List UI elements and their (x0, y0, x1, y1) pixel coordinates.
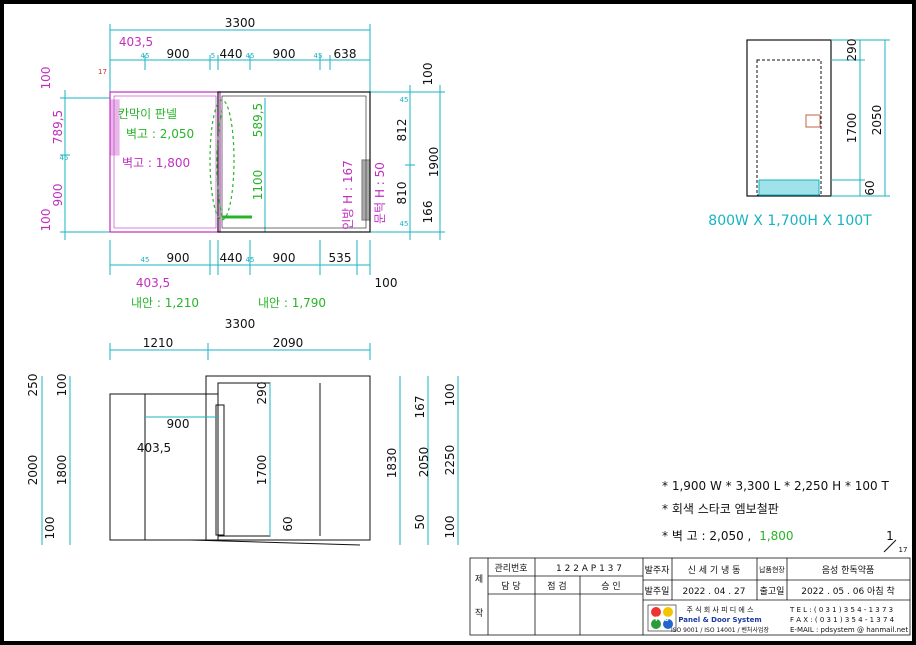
plan-bottom-seg-1: 900 (167, 251, 190, 265)
tb-fax: F A X : ( 0 3 1 ) 3 5 4 - 1 3 7 4 (790, 616, 895, 624)
elev-door-dim-3: 60 (281, 516, 295, 531)
plan-left-small: 45 (60, 154, 69, 162)
plan-left-dim-2: 789,5 (51, 110, 65, 144)
plan-left-dim-1: 100 (39, 67, 53, 90)
elev-top-total: 3300 (225, 317, 256, 331)
tb-orderer-label: 발주자 (645, 565, 671, 576)
spec-line-2: * 회색 스타코 엠보철판 (662, 502, 779, 516)
plan-right-dim-2: 812 (395, 119, 409, 142)
page-number: 1 (886, 529, 894, 543)
corner-number: 17 (98, 68, 107, 76)
spec-line-3-highlight: 1,800 (759, 529, 793, 543)
logo-text: PDS (655, 616, 669, 623)
tb-orderer: 신 세 기 냉 동 (688, 565, 741, 576)
plan-right-dim-1: 100 (421, 63, 435, 86)
spec-line-1: * 1,900 W * 3,300 L * 2,250 H * 100 T (662, 479, 889, 493)
elev-inner-offset: 403,5 (137, 441, 171, 455)
door-dim-1: 290 (845, 39, 859, 62)
door-caption: 800W X 1,700H X 100T (708, 213, 872, 229)
interior-a: 내안 : 1,210 (131, 296, 199, 310)
wall-height-b: 벽고 : 1,800 (122, 156, 190, 170)
page-total: 17 (899, 546, 908, 554)
spec-line-3: * 벽 고 : 2,050 , 1,800 (662, 529, 794, 543)
elev-left-outer-2: 2000 (26, 455, 40, 486)
plan-left-dim-4: 100 (39, 209, 53, 232)
tb-side-label-bottom: 작 (475, 608, 483, 619)
elev-right-inner-1: 167 (413, 396, 427, 419)
cad-drawing: 3300 403,5 900 440 900 638 45 5 45 45 17… (4, 4, 912, 641)
wall-height-a: 벽고 : 2,050 (126, 127, 194, 141)
tb-order-date-label: 발주일 (645, 586, 670, 597)
plan-left-dim-3: 900 (51, 184, 65, 207)
plan-inner-dim-2: 1100 (251, 170, 265, 201)
plan-top-seg-3: 900 (273, 47, 296, 61)
tb-charge: 담 당 (501, 580, 520, 592)
plan-top-small-2: 5 (211, 52, 215, 60)
tb-approve: 승 인 (601, 581, 620, 592)
door-dim-2: 1700 (845, 113, 859, 144)
door-dim-3: 60 (863, 180, 877, 195)
elev-right-inner-3: 50 (413, 514, 427, 529)
plan-inner-dim-1: 589,5 (251, 103, 265, 137)
tb-ship-date-label: 출고일 (760, 586, 785, 597)
elev-top-seg-2: 2090 (273, 336, 304, 350)
elev-left-outer-3: 100 (43, 517, 57, 540)
plan-right-dim-3: 810 (395, 182, 409, 205)
plan-right-total: 1900 (427, 147, 441, 178)
plan-top-total: 3300 (225, 16, 256, 30)
plan-bottom-right-dim: 100 (375, 276, 398, 290)
plan-top-seg-4: 638 (334, 47, 357, 61)
elev-top-seg-1: 1210 (143, 336, 174, 350)
elev-right-mid: 2050 (417, 447, 431, 478)
tb-company-en: Panel & Door System (678, 616, 761, 624)
tb-site-label: 납품현장 (759, 565, 785, 574)
plan-bottom-small-1: 45 (141, 256, 150, 264)
plan-bottom-seg-2: 440 (220, 251, 243, 265)
drawing-sheet: 3300 403,5 900 440 900 638 45 5 45 45 17… (0, 0, 916, 645)
tb-email: E-MAIL : pdsystem @ hanmail.net (790, 626, 908, 634)
plan-right-dim-4: 166 (421, 201, 435, 224)
elev-right-outer-2: 2250 (443, 445, 457, 476)
elev-door-dim-2: 1700 (255, 455, 269, 486)
tb-tel: T E L : ( 0 3 1 ) 3 5 4 - 1 3 7 3 (789, 606, 893, 614)
plan-top-small-1: 45 (141, 52, 150, 60)
elev-left-inner-2: 1800 (55, 455, 69, 486)
partition-label: 칸막이 판넬 (118, 107, 177, 121)
threshold-height: 문턱 H : 50 (373, 162, 387, 224)
plan-bottom-seg-3: 900 (273, 251, 296, 265)
door-total: 2050 (870, 105, 884, 136)
elev-left-inner-1: 100 (55, 374, 69, 397)
plan-top-seg-2: 440 (220, 47, 243, 61)
plan-top-small-4: 45 (314, 52, 323, 60)
tb-site: 음성 한독약품 (822, 564, 875, 576)
tb-check: 점 검 (547, 580, 566, 592)
elev-right-inner-2: 1830 (385, 448, 399, 479)
plan-bottom-left-offset: 403,5 (136, 276, 170, 290)
interior-b: 내안 : 1,790 (258, 296, 326, 310)
plan-right-small-1: 45 (400, 96, 409, 104)
tb-company: 주 식 회 사 피 디 에 스 (686, 605, 754, 614)
elev-inner-width: 900 (167, 417, 190, 431)
plan-bottom-seg-4: 535 (329, 251, 352, 265)
plan-top-left-offset: 403,5 (119, 35, 153, 49)
plan-right-small-2: 45 (400, 220, 409, 228)
tb-iso: ISO 9001 / ISO 14001 / 벤처사업장 (671, 626, 770, 634)
elev-right-outer-1: 100 (443, 384, 457, 407)
paper (4, 4, 912, 641)
plan-bottom-small-2: 45 (246, 256, 255, 264)
tb-mgmt-label: 관리번호 (494, 563, 527, 574)
elev-right-outer-3: 100 (443, 516, 457, 539)
elev-door-dim-1: 290 (255, 382, 269, 405)
elev-left-outer-1: 250 (26, 374, 40, 397)
tb-mgmt-no: 1 2 2 A P 1 3 7 (556, 564, 622, 574)
tb-side-label-top: 제 (475, 574, 483, 585)
tb-order-date: 2022 . 04 . 27 (683, 587, 746, 597)
door-height: 인방 H : 167 (341, 160, 355, 230)
spec-line-3-prefix: * 벽 고 : 2,050 , (662, 529, 751, 543)
plan-top-small-3: 45 (246, 52, 255, 60)
plan-top-seg-1: 900 (167, 47, 190, 61)
tb-ship-date: 2022 . 05 . 06 아침 착 (801, 586, 895, 597)
